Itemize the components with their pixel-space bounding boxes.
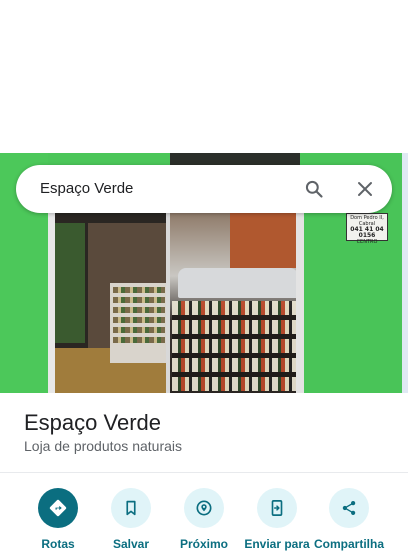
sign-line-2: 041 41 04 0156 — [350, 226, 384, 239]
nearby-button-circle — [184, 488, 224, 528]
address-sign: Dom Pedro II, Cabral 041 41 04 0156 CENT… — [346, 213, 388, 245]
search-query[interactable]: Espaço Verde — [40, 165, 133, 213]
door-frame-right — [296, 213, 304, 393]
send-to-phone-icon — [271, 500, 283, 516]
divider — [0, 472, 408, 473]
share-button-circle — [329, 488, 369, 528]
action-bar: Rotas Salvar Próximo Enviar para Compart… — [0, 488, 408, 551]
sign-line-3: CENTRO — [356, 239, 378, 245]
share-label: Compartilha — [313, 537, 384, 551]
shelf-left — [55, 223, 85, 343]
car-reflection — [178, 268, 298, 298]
product-shelf — [110, 283, 168, 363]
window-products — [172, 301, 296, 391]
map-blank-area — [0, 0, 408, 153]
search-bar[interactable]: Espaço Verde — [16, 165, 392, 213]
clear-search-button[interactable] — [349, 173, 381, 205]
share-button[interactable]: Compartilha — [309, 488, 389, 551]
close-icon — [358, 182, 372, 196]
door-frame-left — [48, 213, 55, 393]
bookmark-icon — [126, 500, 136, 516]
place-title: Espaço Verde — [24, 410, 161, 435]
save-button-circle — [111, 488, 151, 528]
door-frame-middle — [166, 213, 170, 393]
directions-button-circle — [38, 488, 78, 528]
brick-reflection — [230, 213, 298, 268]
share-icon — [342, 501, 356, 515]
search-button[interactable] — [298, 173, 330, 205]
place-category: Loja de produtos naturais — [24, 438, 182, 454]
send-to-phone-button-circle — [257, 488, 297, 528]
directions-icon — [49, 499, 67, 517]
awning-strip — [170, 153, 300, 165]
photo-edge — [402, 153, 408, 393]
search-icon — [305, 180, 323, 198]
nearby-icon — [196, 500, 212, 516]
